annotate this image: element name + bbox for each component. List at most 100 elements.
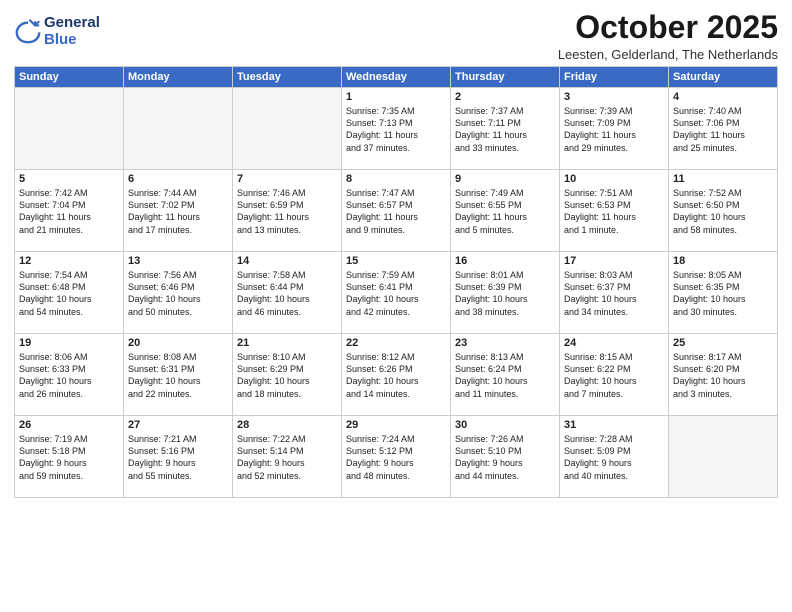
calendar-cell: 24Sunrise: 8:15 AM Sunset: 6:22 PM Dayli… [560, 334, 669, 416]
calendar-cell: 31 Sunrise: 7:28 AM Sunset: 5:09 PM Dayli… [560, 416, 669, 498]
day-number: 14 [237, 255, 337, 267]
day-number: 17 [564, 255, 664, 267]
day-number: 31 [564, 419, 664, 431]
day-number: 4 [673, 91, 773, 103]
day-number: 13 [128, 255, 228, 267]
calendar-cell: 12 Sunrise: 7:54 AM Sunset: 6:48 PM Dayli… [15, 252, 124, 334]
week-row-3: 12 Sunrise: 7:54 AM Sunset: 6:48 PM Dayli… [15, 252, 778, 334]
calendar-cell: 17 Sunrise: 8:03 AM Sunset: 6:37 PM Dayli… [560, 252, 669, 334]
day-info: Sunrise: 8:12 AM Sunset: 6:26 PM Dayligh… [346, 351, 446, 400]
day-number: 3 [564, 91, 664, 103]
calendar-cell: 8 Sunrise: 7:47 AM Sunset: 6:57 PM Daylig… [342, 170, 451, 252]
day-number: 8 [346, 173, 446, 185]
calendar-cell: 14 Sunrise: 7:58 AM Sunset: 6:44 PM Dayli… [233, 252, 342, 334]
main-container: General Blue October 2025 Leesten, Gelde… [0, 0, 792, 504]
calendar-cell [233, 88, 342, 170]
day-number: 20 [128, 337, 228, 349]
day-number: 12 [19, 255, 119, 267]
day-number: 21 [237, 337, 337, 349]
day-number: 16 [455, 255, 555, 267]
day-info: Sunrise: 7:56 AM Sunset: 6:46 PM Dayligh… [128, 269, 228, 318]
day-info: Sunrise: 7:35 AM Sunset: 7:13 PM Dayligh… [346, 105, 446, 154]
calendar-cell: 1 Sunrise: 7:35 AM Sunset: 7:13 PM Daylig… [342, 88, 451, 170]
day-number: 11 [673, 173, 773, 185]
day-info: Sunrise: 8:13 AM Sunset: 6:24 PM Dayligh… [455, 351, 555, 400]
day-info: Sunrise: 8:17 AM Sunset: 6:20 PM Dayligh… [673, 351, 773, 400]
day-info: Sunrise: 8:10 AM Sunset: 6:29 PM Dayligh… [237, 351, 337, 400]
day-number: 10 [564, 173, 664, 185]
calendar-cell: 27 Sunrise: 7:21 AM Sunset: 5:16 PM Dayli… [124, 416, 233, 498]
day-number: 29 [346, 419, 446, 431]
col-thursday: Thursday [451, 67, 560, 88]
day-number: 25 [673, 337, 773, 349]
col-saturday: Saturday [669, 67, 778, 88]
calendar-body: 1 Sunrise: 7:35 AM Sunset: 7:13 PM Daylig… [15, 88, 778, 498]
calendar-cell: 7Sunrise: 7:46 AM Sunset: 6:59 PM Daylig… [233, 170, 342, 252]
day-number: 6 [128, 173, 228, 185]
calendar-cell: 16 Sunrise: 8:01 AM Sunset: 6:39 PM Dayli… [451, 252, 560, 334]
calendar-cell: 29Sunrise: 7:24 AM Sunset: 5:12 PM Dayli… [342, 416, 451, 498]
calendar-cell: 10 Sunrise: 7:51 AM Sunset: 6:53 PM Dayli… [560, 170, 669, 252]
day-number: 7 [237, 173, 337, 185]
day-info: Sunrise: 7:28 AM Sunset: 5:09 PM Dayligh… [564, 433, 664, 482]
week-row-5: 26 Sunrise: 7:19 AM Sunset: 5:18 PM Dayli… [15, 416, 778, 498]
month-title: October 2025 [558, 10, 778, 45]
calendar-cell: 6 Sunrise: 7:44 AM Sunset: 7:02 PM Daylig… [124, 170, 233, 252]
col-monday: Monday [124, 67, 233, 88]
header-row: Sunday Monday Tuesday Wednesday Thursday… [15, 67, 778, 88]
day-info: Sunrise: 7:47 AM Sunset: 6:57 PM Dayligh… [346, 187, 446, 236]
calendar-cell: 19Sunrise: 8:06 AM Sunset: 6:33 PM Dayli… [15, 334, 124, 416]
calendar-cell: 18Sunrise: 8:05 AM Sunset: 6:35 PM Dayli… [669, 252, 778, 334]
calendar-cell [15, 88, 124, 170]
day-number: 1 [346, 91, 446, 103]
logo-text: General Blue [44, 14, 100, 48]
day-number: 23 [455, 337, 555, 349]
day-info: Sunrise: 8:03 AM Sunset: 6:37 PM Dayligh… [564, 269, 664, 318]
calendar-cell: 30Sunrise: 7:26 AM Sunset: 5:10 PM Dayli… [451, 416, 560, 498]
col-friday: Friday [560, 67, 669, 88]
calendar-cell: 11 Sunrise: 7:52 AM Sunset: 6:50 PM Dayli… [669, 170, 778, 252]
day-info: Sunrise: 7:42 AM Sunset: 7:04 PM Dayligh… [19, 187, 119, 236]
day-info: Sunrise: 7:39 AM Sunset: 7:09 PM Dayligh… [564, 105, 664, 154]
day-info: Sunrise: 8:01 AM Sunset: 6:39 PM Dayligh… [455, 269, 555, 318]
day-number: 28 [237, 419, 337, 431]
calendar-cell: 21 Sunrise: 8:10 AM Sunset: 6:29 PM Dayli… [233, 334, 342, 416]
title-area: October 2025 Leesten, Gelderland, The Ne… [558, 10, 778, 62]
calendar-cell: 22Sunrise: 8:12 AM Sunset: 6:26 PM Dayli… [342, 334, 451, 416]
day-info: Sunrise: 7:26 AM Sunset: 5:10 PM Dayligh… [455, 433, 555, 482]
calendar-cell: 23 Sunrise: 8:13 AM Sunset: 6:24 PM Dayli… [451, 334, 560, 416]
header: General Blue October 2025 Leesten, Gelde… [14, 10, 778, 62]
calendar-cell: 4Sunrise: 7:40 AM Sunset: 7:06 PM Daylig… [669, 88, 778, 170]
day-info: Sunrise: 7:21 AM Sunset: 5:16 PM Dayligh… [128, 433, 228, 482]
day-info: Sunrise: 8:06 AM Sunset: 6:33 PM Dayligh… [19, 351, 119, 400]
calendar-cell: 13 Sunrise: 7:56 AM Sunset: 6:46 PM Dayli… [124, 252, 233, 334]
day-number: 2 [455, 91, 555, 103]
week-row-4: 19Sunrise: 8:06 AM Sunset: 6:33 PM Dayli… [15, 334, 778, 416]
day-info: Sunrise: 7:19 AM Sunset: 5:18 PM Dayligh… [19, 433, 119, 482]
week-row-1: 1 Sunrise: 7:35 AM Sunset: 7:13 PM Daylig… [15, 88, 778, 170]
calendar-cell [669, 416, 778, 498]
day-info: Sunrise: 7:22 AM Sunset: 5:14 PM Dayligh… [237, 433, 337, 482]
day-number: 27 [128, 419, 228, 431]
col-tuesday: Tuesday [233, 67, 342, 88]
col-wednesday: Wednesday [342, 67, 451, 88]
calendar-cell: 28 Sunrise: 7:22 AM Sunset: 5:14 PM Dayli… [233, 416, 342, 498]
logo: General Blue [14, 14, 100, 48]
calendar-cell: 2Sunrise: 7:37 AM Sunset: 7:11 PM Daylig… [451, 88, 560, 170]
calendar-cell: 5Sunrise: 7:42 AM Sunset: 7:04 PM Daylig… [15, 170, 124, 252]
day-info: Sunrise: 8:08 AM Sunset: 6:31 PM Dayligh… [128, 351, 228, 400]
day-info: Sunrise: 7:51 AM Sunset: 6:53 PM Dayligh… [564, 187, 664, 236]
day-number: 15 [346, 255, 446, 267]
day-number: 26 [19, 419, 119, 431]
week-row-2: 5Sunrise: 7:42 AM Sunset: 7:04 PM Daylig… [15, 170, 778, 252]
day-number: 9 [455, 173, 555, 185]
day-info: Sunrise: 7:58 AM Sunset: 6:44 PM Dayligh… [237, 269, 337, 318]
day-number: 24 [564, 337, 664, 349]
day-info: Sunrise: 7:44 AM Sunset: 7:02 PM Dayligh… [128, 187, 228, 236]
day-info: Sunrise: 7:54 AM Sunset: 6:48 PM Dayligh… [19, 269, 119, 318]
location-subtitle: Leesten, Gelderland, The Netherlands [558, 47, 778, 62]
day-info: Sunrise: 7:52 AM Sunset: 6:50 PM Dayligh… [673, 187, 773, 236]
day-info: Sunrise: 7:59 AM Sunset: 6:41 PM Dayligh… [346, 269, 446, 318]
col-sunday: Sunday [15, 67, 124, 88]
logo-icon [14, 17, 42, 45]
